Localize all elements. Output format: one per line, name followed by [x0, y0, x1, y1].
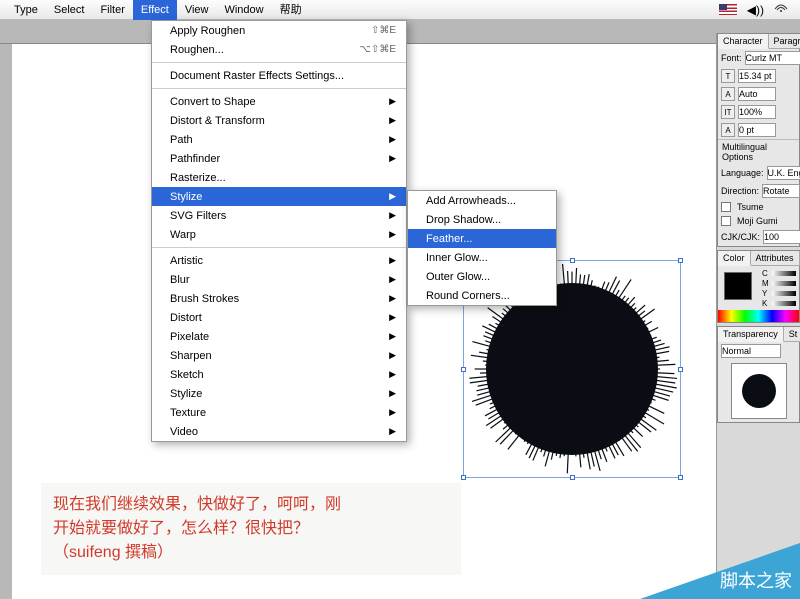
- annotation-line3: （suifeng 撰稿）: [53, 541, 449, 565]
- effect-distort[interactable]: Distort▶: [152, 308, 406, 327]
- effect-dropdown: Apply Roughen⇧⌘E Roughen...⌥⇧⌘E Document…: [151, 20, 407, 442]
- footer-brand: 脚本之家: [720, 567, 792, 593]
- effect-stylize[interactable]: Stylize▶: [152, 187, 406, 206]
- slider-c[interactable]: [772, 271, 796, 276]
- cjk-input[interactable]: [763, 230, 800, 244]
- multilingual-title: Multilingual Options: [718, 139, 799, 164]
- moji-label: Moji Gumi: [737, 216, 778, 226]
- annotation-box: 现在我们继续效果，快做好了，呵呵，刚 开始就要做好了，怎么样？很快把？ （sui…: [41, 483, 461, 575]
- stylize-add-arrowheads[interactable]: Add Arrowheads...: [408, 191, 556, 210]
- slider-k[interactable]: [772, 301, 796, 306]
- menubar: Type Select Filter Effect View Window 帮助…: [0, 0, 800, 20]
- leading-icon: A: [721, 87, 735, 101]
- menu-type[interactable]: Type: [6, 0, 46, 20]
- tab-paragraph[interactable]: Paragr: [769, 34, 800, 49]
- effect-sharpen[interactable]: Sharpen▶: [152, 346, 406, 365]
- effect-video[interactable]: Video▶: [152, 422, 406, 441]
- stylize-round-corners[interactable]: Round Corners...: [408, 286, 556, 305]
- font-size-icon: T: [721, 69, 735, 83]
- effect-brush-strokes[interactable]: Brush Strokes▶: [152, 289, 406, 308]
- fill-swatch[interactable]: [724, 272, 752, 300]
- menu-effect[interactable]: Effect: [133, 0, 177, 20]
- moji-checkbox[interactable]: [721, 216, 731, 226]
- color-spectrum[interactable]: [718, 310, 799, 322]
- stylize-inner-glow[interactable]: Inner Glow...: [408, 248, 556, 267]
- effect-rasterize[interactable]: Rasterize...: [152, 168, 406, 187]
- menu-window[interactable]: Window: [216, 0, 271, 20]
- character-panel: Character Paragr Font: T A IT A Multilin…: [717, 33, 800, 247]
- effect-path[interactable]: Path▶: [152, 130, 406, 149]
- channel-y: Y: [762, 289, 772, 298]
- channel-c: C: [762, 269, 772, 278]
- effect-stylize2[interactable]: Stylize▶: [152, 384, 406, 403]
- cjk-label: CJK/CJK:: [721, 232, 760, 242]
- transparency-thumbnail[interactable]: [731, 363, 787, 419]
- color-panel: Color Attributes C M Y K: [717, 250, 800, 323]
- transparency-panel: Transparency St: [717, 326, 800, 423]
- stylize-outer-glow[interactable]: Outer Glow...: [408, 267, 556, 286]
- right-panels: Character Paragr Font: T A IT A Multilin…: [716, 33, 800, 599]
- direction-label: Direction:: [721, 186, 759, 196]
- stylize-drop-shadow[interactable]: Drop Shadow...: [408, 210, 556, 229]
- channel-k: K: [762, 299, 772, 308]
- effect-roughen[interactable]: Roughen...⌥⇧⌘E: [152, 40, 406, 59]
- effect-pixelate[interactable]: Pixelate▶: [152, 327, 406, 346]
- wifi-icon[interactable]: [774, 3, 788, 16]
- menu-select[interactable]: Select: [46, 0, 93, 20]
- effect-pathfinder[interactable]: Pathfinder▶: [152, 149, 406, 168]
- effect-convert-to-shape[interactable]: Convert to Shape▶: [152, 92, 406, 111]
- tab-stroke[interactable]: St: [784, 327, 800, 342]
- tab-character[interactable]: Character: [718, 34, 769, 49]
- font-size-input[interactable]: [738, 69, 776, 83]
- effect-svg-filters[interactable]: SVG Filters▶: [152, 206, 406, 225]
- tsume-checkbox[interactable]: [721, 202, 731, 212]
- menu-filter[interactable]: Filter: [92, 0, 132, 20]
- annotation-line1: 现在我们继续效果，快做好了，呵呵，刚: [53, 493, 449, 517]
- baseline-input[interactable]: [738, 123, 776, 137]
- tab-color[interactable]: Color: [718, 251, 751, 266]
- effect-distort-transform[interactable]: Distort & Transform▶: [152, 111, 406, 130]
- slider-y[interactable]: [772, 291, 796, 296]
- blend-mode-select[interactable]: [721, 344, 781, 358]
- effect-artistic[interactable]: Artistic▶: [152, 251, 406, 270]
- vscale-input[interactable]: [738, 105, 776, 119]
- font-input[interactable]: [745, 51, 800, 65]
- effect-blur[interactable]: Blur▶: [152, 270, 406, 289]
- tab-transparency[interactable]: Transparency: [718, 327, 784, 342]
- stylize-feather[interactable]: Feather...: [408, 229, 556, 248]
- menu-view[interactable]: View: [177, 0, 217, 20]
- flag-icon[interactable]: [719, 4, 737, 15]
- left-strip: [0, 44, 12, 599]
- language-input[interactable]: [767, 166, 800, 180]
- vscale-icon: IT: [721, 105, 735, 119]
- language-label: Language:: [721, 168, 764, 178]
- effect-sketch[interactable]: Sketch▶: [152, 365, 406, 384]
- stylize-submenu: Add Arrowheads... Drop Shadow... Feather…: [407, 190, 557, 306]
- font-label: Font:: [721, 53, 742, 63]
- menu-help[interactable]: 帮助: [272, 0, 310, 20]
- tsume-label: Tsume: [737, 202, 764, 212]
- effect-warp[interactable]: Warp▶: [152, 225, 406, 244]
- slider-m[interactable]: [772, 281, 796, 286]
- tab-attributes[interactable]: Attributes: [751, 251, 800, 266]
- leading-input[interactable]: [738, 87, 776, 101]
- effect-texture[interactable]: Texture▶: [152, 403, 406, 422]
- annotation-line2: 开始就要做好了，怎么样？很快把？: [53, 517, 449, 541]
- sound-icon[interactable]: ◀)): [747, 3, 764, 17]
- channel-m: M: [762, 279, 772, 288]
- baseline-icon: A: [721, 123, 735, 137]
- effect-apply-roughen[interactable]: Apply Roughen⇧⌘E: [152, 21, 406, 40]
- effect-doc-raster-settings[interactable]: Document Raster Effects Settings...: [152, 66, 406, 85]
- direction-input[interactable]: [762, 184, 800, 198]
